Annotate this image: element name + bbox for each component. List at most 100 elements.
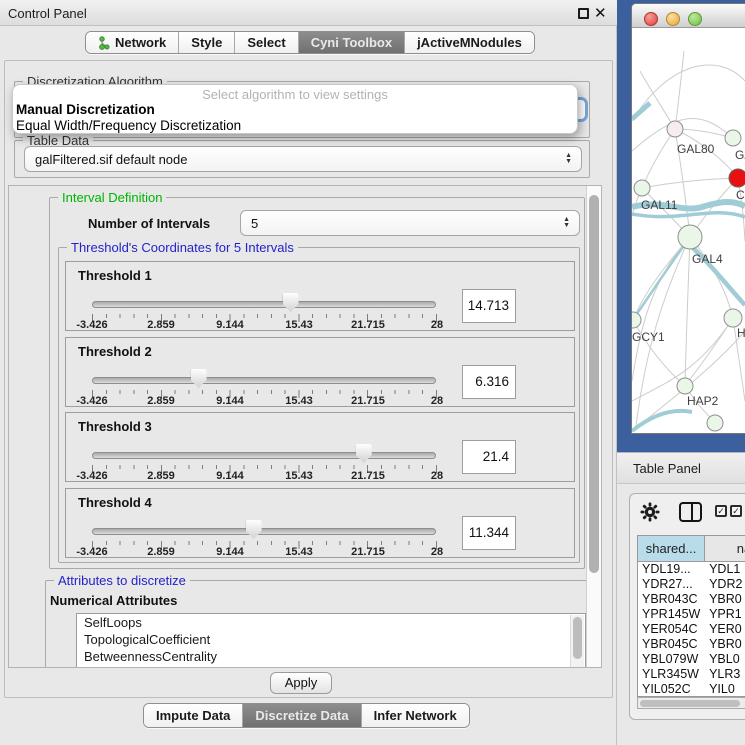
control-panel-titlebar: Control Panel ✕ (0, 0, 617, 26)
node-label: GA (735, 148, 745, 162)
table-row[interactable]: YBR045CYBR0 (638, 637, 745, 652)
tab-infer-network[interactable]: Infer Network (361, 704, 469, 727)
table-row[interactable]: YER054CYER0 (638, 622, 745, 637)
close-icon[interactable]: ✕ (594, 4, 607, 22)
number-of-intervals-combobox[interactable]: 5 ▲▼ (240, 210, 580, 236)
table-data-combo-value: galFiltered.sif default node (35, 152, 187, 167)
tab-label: Discretize Data (255, 708, 348, 723)
threshold-value-input[interactable]: 11.344 (462, 516, 516, 550)
numerical-attributes-list: SelfLoops TopologicalCoefficient Between… (76, 613, 586, 668)
screen: Control Panel ✕ Network Style Select Cyn… (0, 0, 745, 745)
checkbox-icon[interactable]: ✓ (730, 505, 742, 517)
threshold-slider-thumb[interactable] (246, 520, 262, 539)
table-data-combobox[interactable]: galFiltered.sif default node ▲▼ (24, 146, 582, 172)
threshold-label: Threshold 2 (78, 344, 152, 359)
top-tab-bar: Network Style Select Cyni Toolbox jActiv… (85, 31, 535, 54)
threshold-slider-thumb[interactable] (356, 444, 372, 463)
network-node-hap2[interactable] (677, 378, 693, 394)
tab-select[interactable]: Select (234, 32, 297, 53)
threshold-slider-track[interactable] (92, 377, 436, 384)
table-row[interactable]: YBL079WYBL0 (638, 652, 745, 667)
tab-label: Style (191, 35, 222, 50)
node-label: GCY1 (632, 330, 665, 344)
tab-discretize-data[interactable]: Discretize Data (242, 704, 360, 727)
apply-button[interactable]: Apply (270, 672, 332, 694)
thresholds-group: Threshold's Coordinates for 5 Intervals … (58, 247, 580, 563)
table-horizontal-scrollbar[interactable] (637, 697, 745, 709)
table-row[interactable]: YIL052CYIL0 (638, 682, 745, 697)
network-node[interactable] (725, 130, 741, 146)
scrollbar-thumb[interactable] (589, 195, 599, 573)
threshold-label: Threshold 4 (78, 495, 152, 510)
algorithm-popup: Select algorithm to view settings Manual… (12, 84, 578, 134)
slider-tick-labels: -3.4262.8599.144 15.4321.71528 (92, 546, 437, 558)
zoom-traffic-light-icon[interactable] (688, 12, 702, 26)
network-canvas[interactable]: GAL80 GA C GAL11 GAL4 GCY1 H HAP2 (632, 28, 745, 434)
table-row[interactable]: YPR145WYPR1 (638, 607, 745, 622)
network-window-titlebar[interactable] (632, 4, 745, 28)
node-label: GAL80 (677, 142, 715, 156)
tab-network[interactable]: Network (86, 32, 178, 53)
tab-label: Select (247, 35, 285, 50)
network-view-window: GAL80 GA C GAL11 GAL4 GCY1 H HAP2 (631, 3, 745, 434)
close-traffic-light-icon[interactable] (644, 12, 658, 26)
network-node-selected-red[interactable] (729, 169, 745, 187)
list-item[interactable]: BetweennessCentrality (77, 648, 585, 665)
popup-prompt: Select algorithm to view settings (13, 87, 577, 102)
number-of-intervals-label: Number of Intervals (88, 216, 210, 231)
group-title-thresholds: Threshold's Coordinates for 5 Intervals (67, 240, 298, 255)
popup-option-manual-discretization[interactable]: Manual Discretization (16, 102, 155, 117)
column-header-name[interactable]: na (705, 536, 745, 562)
popup-option-equal-width-frequency[interactable]: Equal Width/Frequency Discretization (16, 118, 241, 133)
threshold-slider-track[interactable] (92, 528, 436, 535)
settings-viewport: Interval Definition Number of Intervals … (8, 185, 602, 668)
threshold-value-input[interactable]: 21.4 (462, 440, 516, 474)
threshold-slider-track[interactable] (92, 301, 436, 308)
settings-scrollbar[interactable] (586, 186, 601, 667)
threshold-value-input[interactable]: 14.713 (462, 289, 516, 323)
slider-tick-labels: -3.4262.8599.144 15.4321.71528 (92, 470, 437, 482)
list-scrollbar[interactable] (570, 615, 584, 668)
interval-definition-group: Interval Definition Number of Intervals … (49, 197, 585, 569)
node-label: C (736, 188, 745, 202)
scrollbar-thumb[interactable] (640, 700, 740, 707)
network-node[interactable] (707, 415, 723, 431)
tab-style[interactable]: Style (178, 32, 234, 53)
node-label: HAP2 (687, 394, 719, 408)
slider-tick-labels: -3.4262.8599.144 15.4321.71528 (92, 395, 437, 407)
threshold-row-1: Threshold 1 -3.4262.8599.144 15.4321.715… (65, 261, 575, 331)
bottom-tab-bar: Impute Data Discretize Data Infer Networ… (143, 703, 470, 728)
threshold-label: Threshold 1 (78, 268, 152, 283)
tab-impute-data[interactable]: Impute Data (144, 704, 242, 727)
threshold-slider-thumb[interactable] (283, 293, 299, 312)
table-header-row: shared... na (638, 536, 745, 562)
list-item[interactable]: TopologicalCoefficient (77, 631, 585, 648)
checkbox-icon[interactable]: ✓ (715, 505, 727, 517)
table-panel-title: Table Panel (633, 461, 701, 476)
tab-jactivemnodules[interactable]: jActiveMNodules (404, 32, 534, 53)
minimize-traffic-light-icon[interactable] (666, 12, 680, 26)
threshold-slider-thumb[interactable] (191, 369, 207, 388)
gear-icon[interactable] (640, 502, 660, 522)
table-row[interactable]: YLR345WYLR3 (638, 667, 745, 682)
node-label: GAL11 (641, 198, 678, 212)
network-node-gal11[interactable] (634, 180, 650, 196)
column-layout-icon[interactable] (679, 502, 702, 522)
threshold-slider-track[interactable] (92, 452, 436, 459)
network-node-gal80[interactable] (667, 121, 683, 137)
network-node[interactable] (724, 309, 742, 327)
column-header-shared-name[interactable]: shared... (638, 536, 705, 562)
table-row[interactable]: YBR043CYBR0 (638, 592, 745, 607)
table-row[interactable]: YDR27...YDR2 (638, 577, 745, 592)
table-panel-titlebar: Table Panel (617, 452, 745, 484)
float-window-icon[interactable] (578, 8, 589, 19)
table-row[interactable]: YDL19...YDL1 (638, 562, 745, 577)
list-item[interactable]: SelfLoops (77, 614, 585, 631)
stepper-icon: ▲▼ (563, 217, 570, 229)
threshold-row-3: Threshold 3 -3.4262.8599.144 15.4321.715… (65, 412, 575, 482)
threshold-row-4: Threshold 4 -3.4262.8599.144 15.4321.715… (65, 488, 575, 558)
tab-cyni-toolbox[interactable]: Cyni Toolbox (298, 32, 404, 53)
network-node-gal4[interactable] (678, 225, 702, 249)
attributes-group: Attributes to discretize Numerical Attri… (45, 580, 587, 668)
threshold-value-input[interactable]: 6.316 (462, 365, 516, 399)
